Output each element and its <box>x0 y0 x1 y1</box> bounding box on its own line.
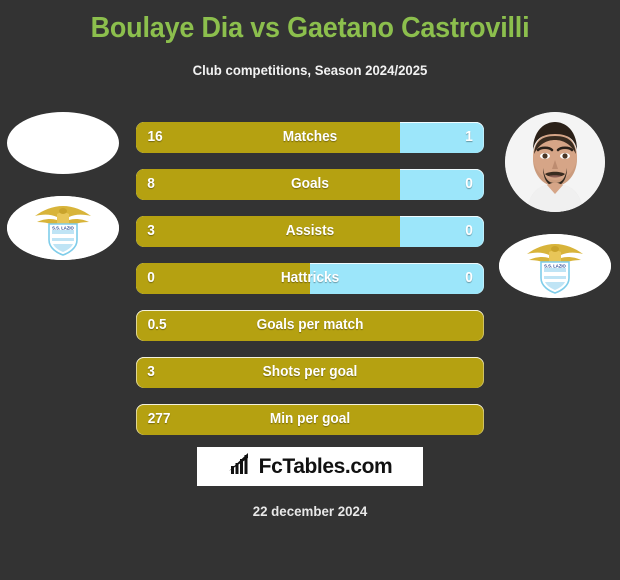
right-player-photo <box>505 112 605 212</box>
page-title: Boulaye Dia vs Gaetano Castrovilli <box>90 12 530 44</box>
stat-right-value-goals: 0 <box>465 176 473 192</box>
stat-right-value-assists: 0 <box>465 223 473 239</box>
stat-row-assists: 3 Assists 0 <box>136 216 484 247</box>
stat-label-matches: Matches <box>282 129 338 145</box>
left-club-logo-ss-lazio-icon: S.S. LAZIO <box>7 196 119 260</box>
left-player-photo <box>7 112 119 174</box>
svg-text:S.S. LAZIO: S.S. LAZIO <box>52 225 74 230</box>
stat-row-hattricks: 0 Hattricks 0 <box>136 263 484 294</box>
stat-label-goals-per-match: Goals per match <box>256 317 364 333</box>
stat-row-shots-per-goal: 3 Shots per goal <box>136 357 484 388</box>
footer-date: 22 december 2024 <box>252 503 368 519</box>
stat-row-min-per-goal: 277 Min per goal <box>136 404 484 435</box>
stat-row-matches: 16 Matches 1 <box>136 122 484 153</box>
stat-label-assists: Assists <box>285 223 335 239</box>
stat-label-goals: Goals <box>291 176 329 192</box>
right-player-panel: S.S. LAZIO <box>496 112 614 298</box>
stat-row-goals: 8 Goals 0 <box>136 169 484 200</box>
fctables-brand-text: FcTables.com <box>258 454 393 478</box>
comparison-infographic: Boulaye Dia vs Gaetano Castrovilli Club … <box>0 0 620 580</box>
stat-label-hattricks: Hattricks <box>280 270 340 286</box>
fctables-brand-logo[interactable]: FcTables.com <box>197 447 423 486</box>
right-club-logo-ss-lazio-icon: S.S. LAZIO <box>499 234 611 298</box>
bar-chart-icon <box>228 452 254 481</box>
stat-comparison-bars: 16 Matches 1 8 Goals 0 3 Assists 0 0 Hat… <box>136 122 484 451</box>
stat-right-value-hattricks: 0 <box>465 270 473 286</box>
page-subtitle: Club competitions, Season 2024/2025 <box>192 62 428 78</box>
stat-label-shots-per-goal: Shots per goal <box>262 364 358 380</box>
svg-text:S.S. LAZIO: S.S. LAZIO <box>544 263 566 268</box>
stat-right-value-matches: 1 <box>465 129 473 145</box>
left-player-panel: S.S. LAZIO <box>4 112 122 260</box>
stat-label-min-per-goal: Min per goal <box>269 411 351 427</box>
stat-row-goals-per-match: 0.5 Goals per match <box>136 310 484 341</box>
